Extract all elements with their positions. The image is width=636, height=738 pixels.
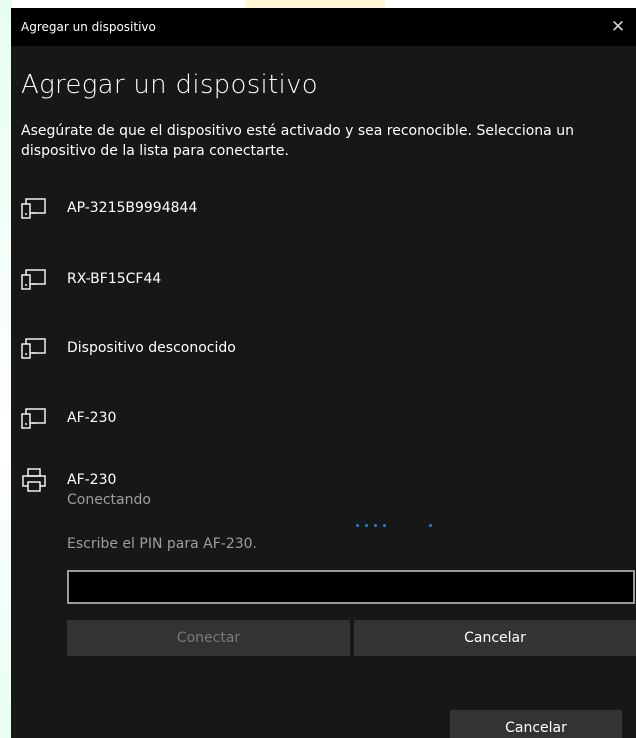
display-icon — [21, 269, 46, 290]
footer-cancel-button[interactable]: Cancelar — [450, 710, 622, 738]
pin-input[interactable] — [67, 570, 635, 604]
window-title: Agregar un dispositivo — [21, 20, 156, 34]
connect-button[interactable]: Conectar — [67, 620, 350, 656]
device-name: Dispositivo desconocido — [67, 340, 236, 356]
device-item-rx-bf15cf44[interactable]: RX-BF15CF44 — [21, 269, 161, 291]
close-icon[interactable]: ✕ — [600, 8, 636, 46]
device-item-ap-3215b9994844[interactable]: AP-3215B9994844 — [21, 198, 197, 220]
display-icon — [21, 408, 46, 429]
printer-icon — [22, 468, 46, 492]
device-item-af-230-printer[interactable]: AF-230 Conectando — [21, 468, 151, 510]
device-item-af-230-display[interactable]: AF-230 — [21, 408, 116, 430]
pin-label: Escribe el PIN para AF-230. — [67, 536, 257, 552]
add-device-dialog: Agregar un dispositivo ✕ Agregar un disp… — [11, 8, 636, 738]
instructions-text: Asegúrate de que el dispositivo esté act… — [21, 123, 574, 159]
device-name: AF-230 — [67, 410, 117, 426]
device-name: AF-230 — [67, 472, 117, 488]
connection-status: Conectando — [67, 492, 151, 508]
title-bar: Agregar un dispositivo ✕ — [11, 8, 636, 46]
cancel-button[interactable]: Cancelar — [354, 620, 636, 656]
display-icon — [21, 338, 46, 359]
page-title: Agregar un dispositivo — [21, 70, 318, 100]
device-item-unknown[interactable]: Dispositivo desconocido — [21, 338, 236, 360]
display-icon — [21, 198, 46, 219]
device-name: RX-BF15CF44 — [67, 271, 162, 287]
device-name: AP-3215B9994844 — [67, 200, 198, 216]
